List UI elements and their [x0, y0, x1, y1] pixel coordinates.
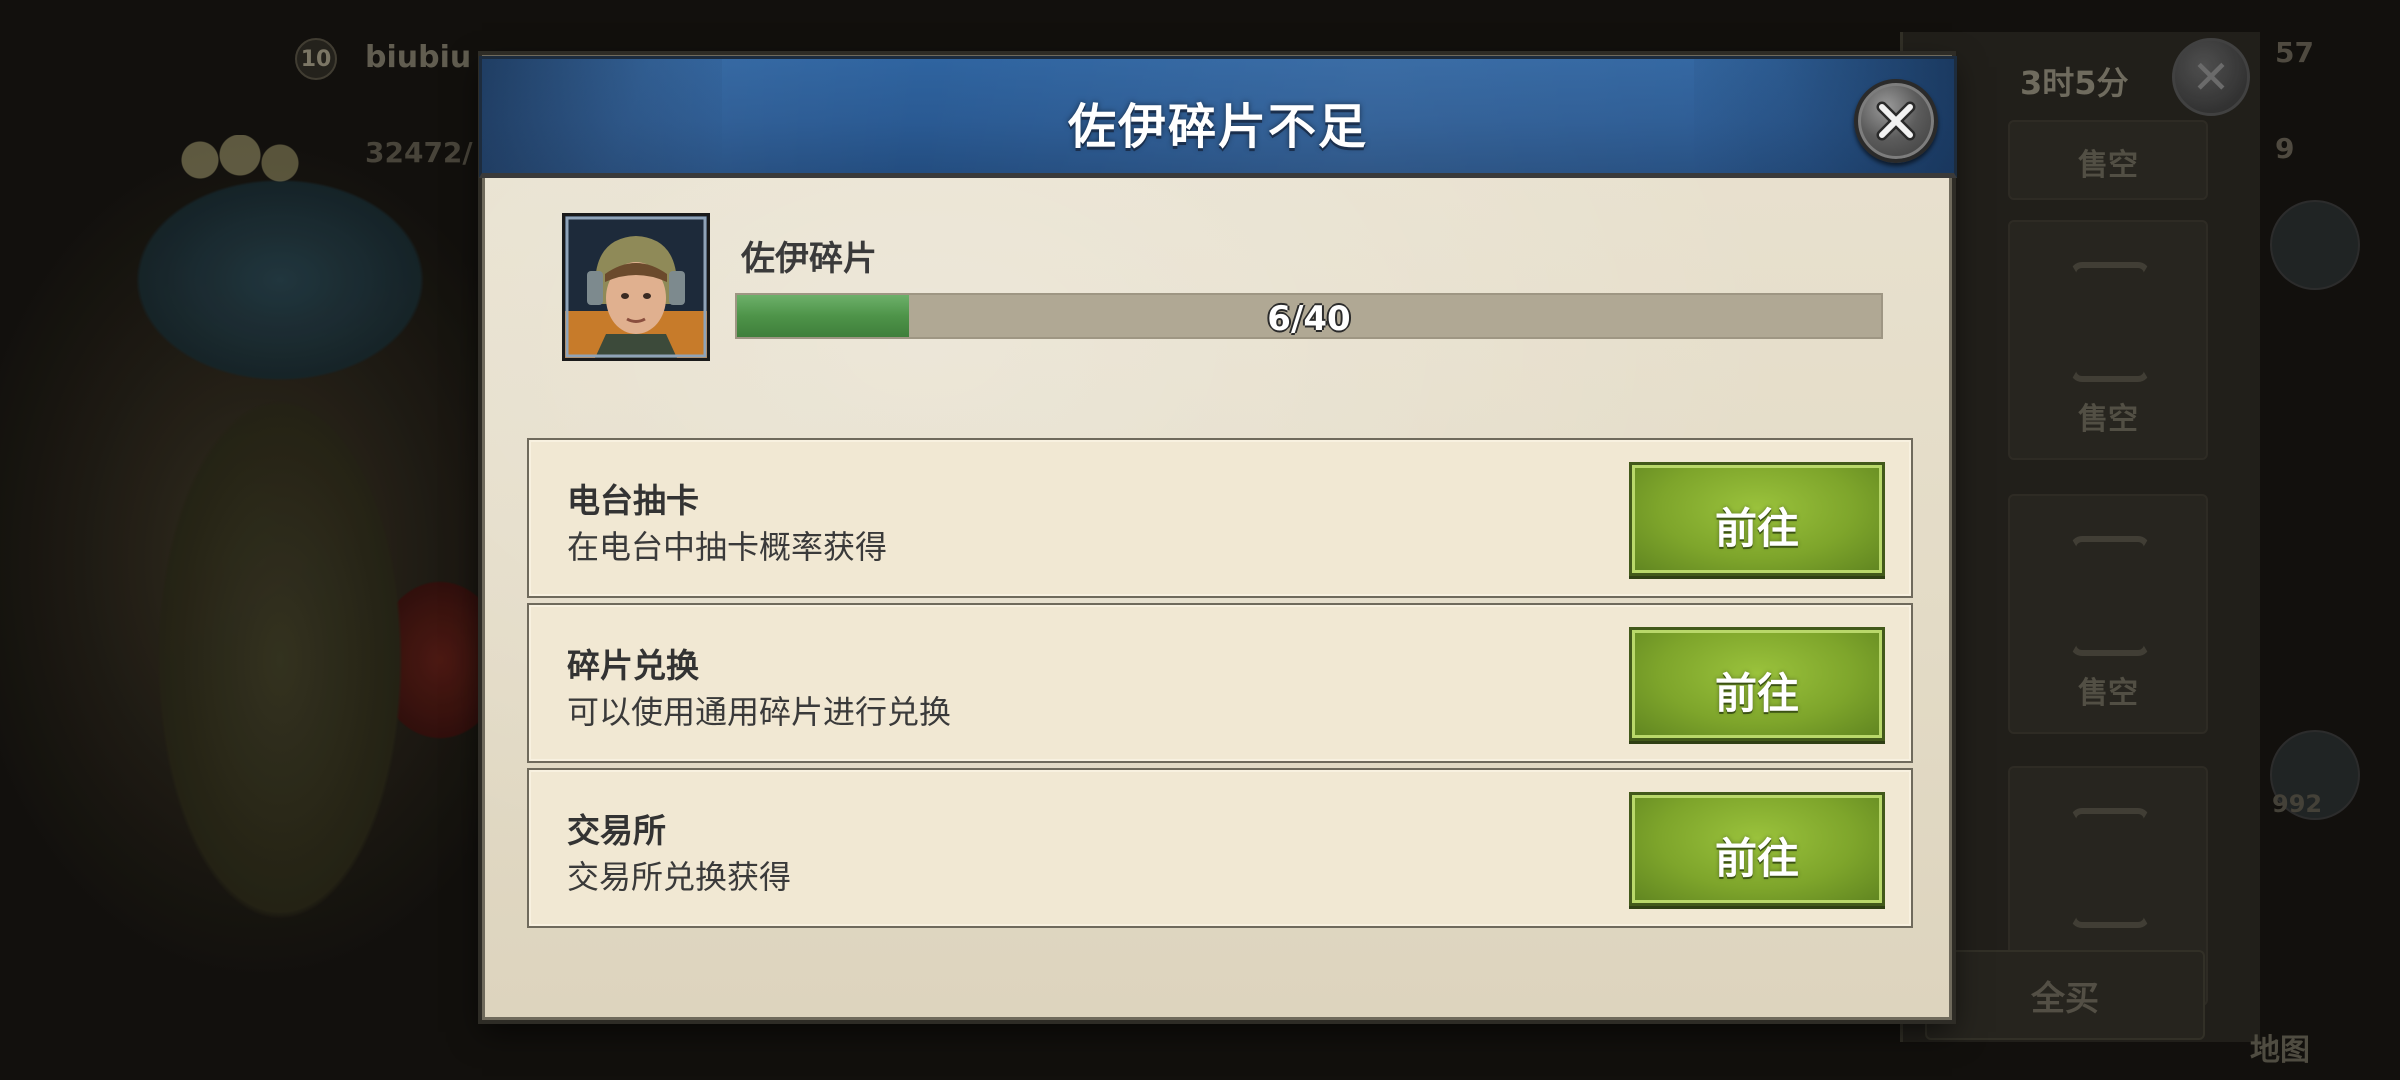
close-button[interactable] [1854, 79, 1938, 163]
fragment-progress-text: 6/40 [1267, 299, 1351, 339]
hero-portrait [562, 213, 710, 361]
close-icon [1876, 101, 1916, 141]
source-row-fragment-exchange: 碎片兑换 可以使用通用碎片进行兑换 前往 [527, 603, 1913, 763]
dialog-header: 佐伊碎片不足 [479, 56, 1957, 178]
source-description: 交易所兑换获得 [567, 858, 792, 896]
source-title: 碎片兑换 [567, 646, 699, 685]
source-row-radio-draw: 电台抽卡 在电台中抽卡概率获得 前往 [527, 438, 1913, 598]
hero-fragment-name: 佐伊碎片 [741, 239, 877, 279]
insufficient-fragments-dialog: 佐伊碎片不足 佐伊碎片 6/40 电台抽卡 在电台中抽卡概率获得 前往 碎片兑换… [479, 55, 1957, 1020]
source-title: 交易所 [567, 811, 666, 850]
goto-button[interactable]: 前往 [1629, 792, 1885, 906]
goto-button-label: 前往 [1714, 504, 1799, 553]
goto-button[interactable]: 前往 [1629, 627, 1885, 741]
goto-button[interactable]: 前往 [1629, 462, 1885, 576]
source-row-exchange-market: 交易所 交易所兑换获得 前往 [527, 768, 1913, 928]
fragment-progress-bar: 6/40 [735, 293, 1883, 339]
source-description: 可以使用通用碎片进行兑换 [567, 693, 952, 731]
source-description: 在电台中抽卡概率获得 [567, 528, 888, 566]
hero-avatar-icon [565, 216, 707, 358]
source-title: 电台抽卡 [567, 481, 699, 520]
dialog-title: 佐伊碎片不足 [1067, 99, 1368, 155]
goto-button-label: 前往 [1714, 669, 1799, 718]
goto-button-label: 前往 [1714, 834, 1799, 883]
